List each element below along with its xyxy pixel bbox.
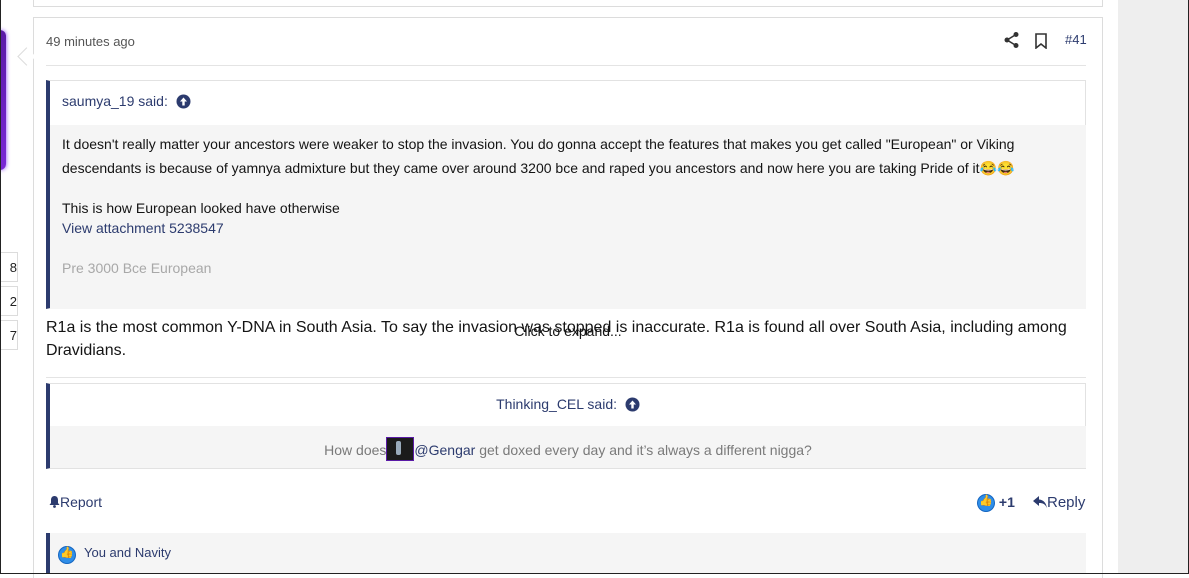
quote2-text: How does @Gengar get doxed every day and … — [50, 437, 1086, 461]
post-body-text: R1a is the most common Y-DNA in South As… — [46, 319, 1067, 359]
user-stat-2: 2 — [0, 286, 18, 316]
mention-avatar[interactable] — [386, 437, 415, 461]
report-label[interactable]: Report — [60, 494, 102, 510]
mention-link[interactable]: @Gengar — [414, 442, 475, 458]
reaction-score[interactable]: +1 — [977, 494, 1015, 513]
user-stat-3: 7 — [0, 320, 18, 350]
reply-label[interactable]: Reply — [1047, 494, 1085, 511]
window-border-left — [0, 0, 1, 574]
quote-author[interactable]: saumya_19 said: — [62, 93, 191, 112]
reactions-list-link[interactable]: You and Navity — [84, 545, 171, 560]
quote-author-label[interactable]: Thinking_CEL said: — [496, 396, 617, 412]
quote-line-2-text: descendants is because of yamnya admixtu… — [62, 160, 980, 176]
like-reaction-icon[interactable] — [977, 494, 995, 513]
body-divider — [46, 377, 1086, 378]
quote-line-2: descendants is because of yamnya admixtu… — [62, 156, 1014, 180]
reactions-bar: You and Navity — [46, 533, 1086, 574]
previous-post-bottom — [33, 0, 1103, 7]
like-reaction-icon — [58, 546, 76, 564]
arrow-up-circle-icon[interactable] — [625, 397, 640, 415]
bookmark-icon[interactable] — [1034, 33, 1048, 54]
quote2-text-before: How does — [324, 442, 387, 458]
quote-content: How does @Gengar get doxed every day and … — [50, 426, 1086, 468]
post-number-link[interactable]: #41 — [1065, 32, 1087, 47]
quote2-text-after: get doxed every day and it’s always a di… — [475, 442, 812, 458]
reply-arrow-icon — [1033, 495, 1047, 512]
right-gutter — [1118, 0, 1188, 573]
arrow-up-circle-icon[interactable] — [176, 94, 191, 112]
quote-block-saumya: saumya_19 said: It doesn't really matter… — [46, 80, 1086, 339]
reaction-score-value: +1 — [998, 494, 1015, 510]
report-button[interactable]: Report — [49, 494, 102, 511]
bell-icon — [49, 495, 60, 511]
attachment-link[interactable]: View attachment 5238547 — [62, 216, 224, 240]
header-divider — [46, 65, 1086, 66]
quote-author-label[interactable]: saumya_19 said: — [62, 93, 168, 109]
quote-block-thinking: Thinking_CEL said: How does @Gengar get d… — [46, 383, 1086, 469]
user-stat-1: 8 — [0, 252, 18, 282]
quote-content: It doesn't really matter your ancestors … — [50, 125, 1086, 339]
laughing-emoji-icon: 😂😂 — [979, 160, 1015, 176]
share-icon[interactable] — [1003, 31, 1021, 54]
quote-line-1: It doesn't really matter your ancestors … — [62, 136, 1015, 152]
post-timestamp[interactable]: 49 minutes ago — [46, 34, 135, 49]
reply-button[interactable]: Reply — [1033, 494, 1085, 512]
quote-line-4: Pre 3000 Bce European — [62, 260, 212, 276]
quote-author[interactable]: Thinking_CEL said: — [50, 396, 1086, 415]
